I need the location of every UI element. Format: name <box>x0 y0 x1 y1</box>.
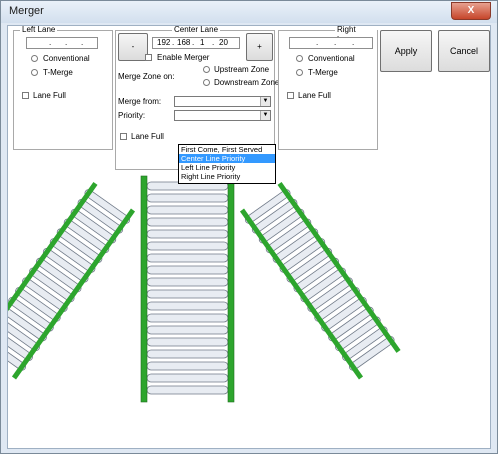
right-lane-ip-input[interactable]: . . . <box>289 37 373 49</box>
center-lane-caption: Center Lane <box>172 25 221 35</box>
ip-dot: . <box>352 38 355 47</box>
right-branch-rail <box>277 181 401 353</box>
ip-dot: . <box>192 38 195 47</box>
ip-dot: . <box>172 38 175 47</box>
plus-button[interactable]: + <box>246 33 273 61</box>
ip-dot: . <box>334 38 337 47</box>
ip-octet: 1 <box>200 38 205 47</box>
conveyor-roller <box>146 229 229 239</box>
conveyor-roller <box>146 205 229 215</box>
conveyor-roller <box>146 361 229 371</box>
conveyor-roller <box>146 289 229 299</box>
ip-dot: . <box>81 38 84 47</box>
downstream-zone-radio[interactable] <box>203 79 210 86</box>
chevron-down-icon[interactable]: ▼ <box>260 97 270 106</box>
merge-zone-label: Merge Zone on: <box>118 72 175 81</box>
right-lane-full-checkbox[interactable] <box>287 92 294 99</box>
ip-dot: . <box>49 38 52 47</box>
upstream-zone-label: Upstream Zone <box>214 65 270 74</box>
left-conventional-radio[interactable] <box>31 55 38 62</box>
conveyor-roller <box>146 217 229 227</box>
priority-dropdown-list[interactable]: First Come, First Served Center Line Pri… <box>178 144 276 184</box>
priority-option[interactable]: Right Line Priority <box>179 172 275 181</box>
left-lane-caption: Left Lane <box>20 25 58 35</box>
conveyor-roller <box>146 349 229 359</box>
downstream-zone-label: Downstream Zone <box>214 78 280 87</box>
merger-window: Merger X Left Lane . . . Conventional T-… <box>0 0 498 454</box>
ip-dot: . <box>212 38 215 47</box>
close-button[interactable]: X <box>451 2 491 20</box>
conveyor-rail <box>140 175 148 403</box>
client-area: Left Lane . . . Conventional T-Merge Lan… <box>7 25 491 449</box>
ip-octet: 20 <box>219 38 228 47</box>
right-conventional-label: Conventional <box>308 54 355 63</box>
conveyor-roller <box>146 373 229 383</box>
center-lane-full-checkbox[interactable] <box>120 133 127 140</box>
conveyor-roller <box>146 313 229 323</box>
cancel-button[interactable]: Cancel <box>438 30 490 72</box>
priority-option[interactable]: First Come, First Served <box>179 145 275 154</box>
conveyor-group <box>8 175 401 403</box>
conveyor-roller <box>146 337 229 347</box>
center-lane-ip-input[interactable]: 192 . 168 . 1 . 20 <box>152 37 240 49</box>
right-branch-rail <box>239 208 364 380</box>
conveyor-roller <box>146 325 229 335</box>
left-conventional-label: Conventional <box>43 54 90 63</box>
left-lane-group: Left Lane . . . Conventional T-Merge Lan… <box>13 26 113 150</box>
upstream-zone-radio[interactable] <box>203 66 210 73</box>
conveyor-roller <box>146 301 229 311</box>
left-tmerge-radio[interactable] <box>31 69 38 76</box>
right-tmerge-label: T-Merge <box>308 68 338 77</box>
conveyor-roller <box>146 193 229 203</box>
enable-merger-label: Enable Merger <box>157 53 210 62</box>
merge-from-label: Merge from: <box>118 97 162 106</box>
window-title: Merger <box>9 5 44 17</box>
enable-merger-checkbox[interactable] <box>145 54 152 61</box>
right-tmerge-radio[interactable] <box>296 69 303 76</box>
right-lane-full-label: Lane Full <box>298 91 331 100</box>
conveyor-roller <box>146 385 229 395</box>
minus-button[interactable]: - <box>118 33 148 61</box>
conveyor-roller <box>146 241 229 251</box>
priority-select[interactable]: ▼ <box>174 110 271 121</box>
conveyor-rail <box>227 175 235 403</box>
left-branch-rail <box>11 208 136 380</box>
merge-from-select[interactable]: ▼ <box>174 96 271 107</box>
priority-label: Priority: <box>118 111 146 120</box>
priority-option[interactable]: Left Line Priority <box>179 163 275 172</box>
chevron-down-icon[interactable]: ▼ <box>260 111 270 120</box>
center-lane-full-label: Lane Full <box>131 132 164 141</box>
apply-button[interactable]: Apply <box>380 30 432 72</box>
ip-dot: . <box>65 38 68 47</box>
left-lane-full-checkbox[interactable] <box>22 92 29 99</box>
priority-option-selected[interactable]: Center Line Priority <box>179 154 275 163</box>
conveyor-roller <box>146 253 229 263</box>
left-lane-full-label: Lane Full <box>33 91 66 100</box>
conveyor-roller <box>146 277 229 287</box>
ip-octet: 192 <box>157 38 171 47</box>
right-conventional-radio[interactable] <box>296 55 303 62</box>
right-lane-group: Right Lane . . . Conventional T-Merge La… <box>278 26 378 150</box>
close-icon: X <box>467 5 475 16</box>
left-lane-ip-input[interactable]: . . . <box>26 37 98 49</box>
title-bar[interactable]: Merger X <box>1 1 497 23</box>
conveyor-roller <box>146 265 229 275</box>
ip-octet: 168 <box>177 38 191 47</box>
ip-dot: . <box>316 38 319 47</box>
left-tmerge-label: T-Merge <box>43 68 73 77</box>
